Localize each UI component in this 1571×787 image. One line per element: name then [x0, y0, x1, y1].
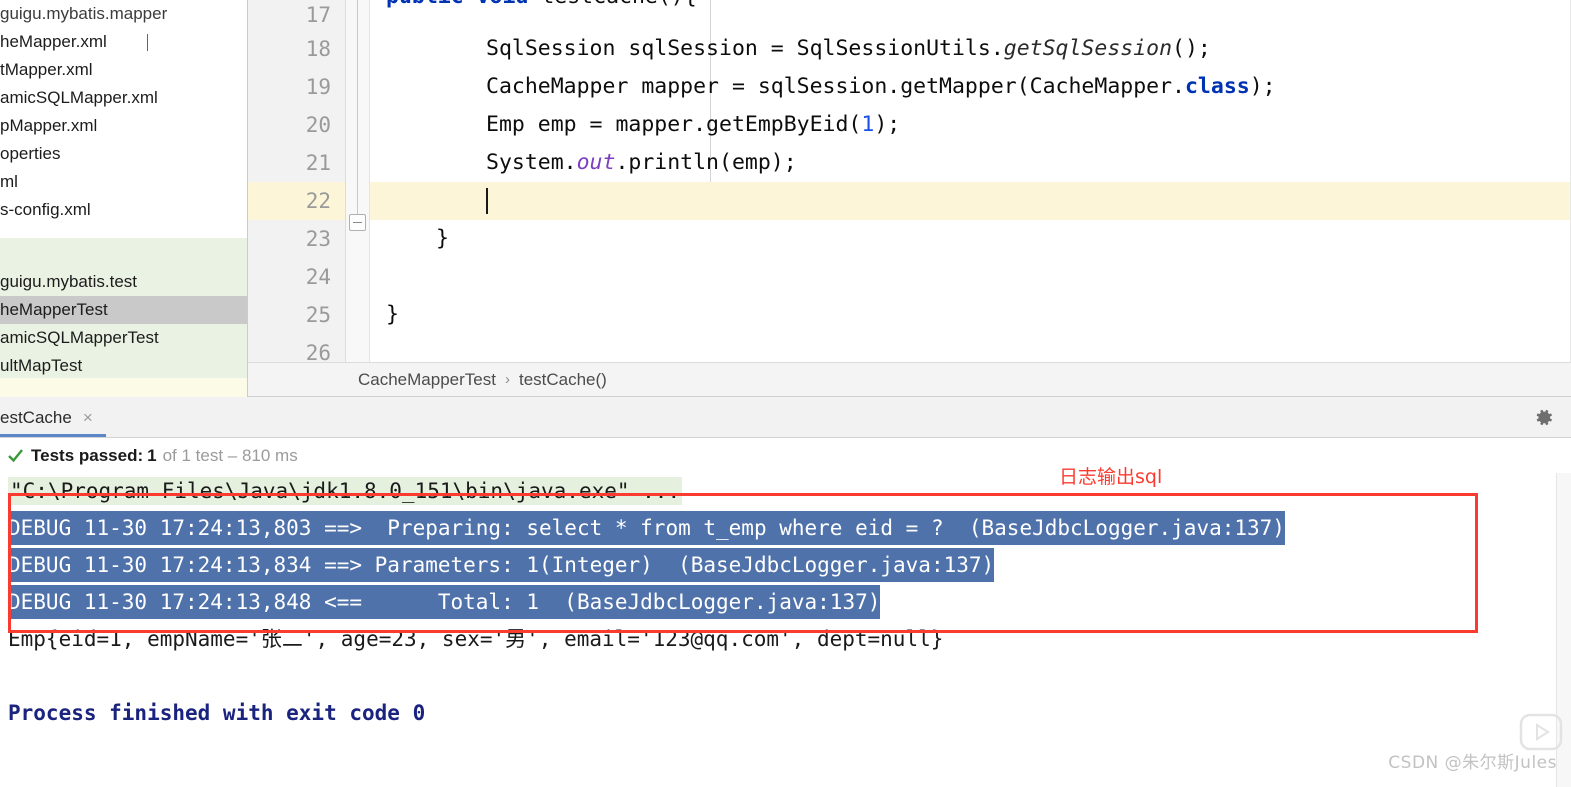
code-line-17: public void testCache(){ — [370, 0, 1571, 30]
sidebar-item-tmapper-xml[interactable]: tMapper.xml — [0, 56, 247, 84]
console-line-emp-output: Emp{eid=1, empName='张二', age=23, sex='男'… — [8, 627, 944, 651]
breadcrumb-separator-icon: › — [504, 371, 510, 388]
gutter-line: 24 — [305, 265, 331, 289]
sidebar-item-label: tMapper.xml — [0, 60, 93, 79]
fold-collapse-icon[interactable] — [349, 214, 366, 231]
sidebar-item-label: pMapper.xml — [0, 116, 98, 135]
sidebar-test-group: guigu.mybatis.test heMapperTest amicSQLM… — [0, 238, 247, 380]
tab-label: estCache — [0, 407, 72, 427]
gutter-line: 18 — [305, 37, 331, 61]
sidebar-item-dynamicsqlmappertest[interactable]: amicSQLMapperTest — [0, 324, 247, 352]
code-line-25: } — [386, 302, 399, 327]
sidebar-item-label: ultMapTest — [0, 356, 83, 375]
sidebar-item-label: guigu.mybatis.test — [0, 272, 138, 291]
sidebar-item-package[interactable]: guigu.mybatis.mapper — [0, 0, 247, 28]
code-line-21: System.out.println(emp); — [486, 150, 797, 175]
code-line-19: CacheMapper mapper = sqlSession.getMappe… — [486, 74, 1276, 99]
sidebar-item-label: heMapper.xml — [0, 32, 107, 51]
tab-testcache[interactable]: estCache × — [0, 397, 105, 438]
text-caret — [147, 34, 148, 51]
fold-region-line — [357, 0, 358, 230]
gear-icon[interactable] — [1535, 408, 1554, 427]
annotation-label: 日志输出sql — [1059, 466, 1163, 488]
console-line-debug-total: DEBUG 11-30 17:24:13,848 <== Total: 1 (B… — [0, 584, 1571, 621]
code-text-area[interactable]: public void testCache(){ SqlSession sqlS… — [370, 0, 1571, 362]
sidebar-item-label: heMapperTest — [0, 300, 108, 319]
sidebar-item-label: guigu.mybatis.mapper — [0, 4, 168, 23]
sidebar-item-empmapper-xml[interactable]: pMapper.xml — [0, 112, 247, 140]
sidebar-item-resultmaptest[interactable]: ultMapTest — [0, 352, 247, 380]
console-line-debug-parameters: DEBUG 11-30 17:24:13,834 ==> Parameters:… — [0, 547, 1571, 584]
play-button-watermark-icon — [1519, 713, 1563, 751]
code-line-22-current — [370, 182, 1571, 220]
code-folding-gutter[interactable] — [346, 0, 370, 362]
line-number-gutter[interactable]: 17 18 19 20 21 22 23 24 25 26 — [248, 0, 346, 362]
gutter-line-current: 22 — [248, 182, 345, 220]
csdn-watermark: CSDN @朱尔斯Jules — [1388, 753, 1557, 773]
console-line-exit: Process finished with exit code 0 — [8, 701, 426, 725]
tests-passed-detail: of 1 test – 810 ms — [162, 445, 298, 465]
console-line-command: "C:\Program Files\Java\jdk1.8.0_151\bin\… — [8, 477, 683, 505]
sidebar-item-label: ml — [0, 172, 18, 191]
tests-passed-label: Tests passed: — [31, 445, 144, 465]
gutter-line: 25 — [305, 303, 331, 327]
gutter-line: 26 — [305, 341, 331, 362]
sidebar-item-xml[interactable]: ml — [0, 168, 247, 196]
code-line-18: SqlSession sqlSession = SqlSessionUtils.… — [486, 36, 1211, 61]
sidebar-item-label: amicSQLMapperTest — [0, 328, 159, 347]
sidebar-item-label: amicSQLMapper.xml — [0, 88, 158, 107]
code-line-23: } — [436, 226, 449, 251]
gutter-line: 17 — [248, 0, 345, 30]
breadcrumb-class[interactable]: CacheMapperTest — [358, 370, 496, 390]
sidebar-main-group: guigu.mybatis.mapper heMapper.xml tMappe… — [0, 0, 247, 238]
run-tool-window-tabbar: estCache × — [0, 397, 1571, 438]
sidebar-item-mybatis-config-xml[interactable]: s-config.xml — [0, 196, 247, 224]
console-line-debug-preparing: DEBUG 11-30 17:24:13,803 ==> Preparing: … — [0, 510, 1571, 547]
close-icon[interactable]: × — [83, 408, 93, 428]
sidebar-item-label: s-config.xml — [0, 200, 91, 219]
gutter-line: 23 — [305, 227, 331, 251]
sidebar-item-cachemapper-xml[interactable]: heMapper.xml — [0, 28, 247, 56]
tab-active-underline — [0, 434, 106, 437]
sidebar-item-test-package[interactable]: guigu.mybatis.test — [0, 268, 247, 296]
breadcrumb-method[interactable]: testCache() — [519, 370, 607, 390]
sidebar-item-cachemappertest[interactable]: heMapperTest — [0, 296, 247, 324]
run-console[interactable]: "C:\Program Files\Java\jdk1.8.0_151\bin\… — [0, 473, 1571, 787]
gutter-line: 20 — [305, 113, 331, 137]
sidebar-item-properties[interactable]: operties — [0, 140, 247, 168]
project-tool-window[interactable]: guigu.mybatis.mapper heMapper.xml tMappe… — [0, 0, 248, 397]
code-line-20: Emp emp = mapper.getEmpByEid(1); — [486, 112, 901, 137]
editor-area: guigu.mybatis.mapper heMapper.xml tMappe… — [0, 0, 1571, 397]
test-status-line: Tests passed: 1 of 1 test – 810 ms — [0, 438, 1571, 473]
tests-passed-count: 1 — [147, 445, 157, 465]
code-editor[interactable]: 17 18 19 20 21 22 23 24 25 26 SqlSession… — [248, 0, 1571, 362]
sidebar-item-label: operties — [0, 144, 61, 163]
breadcrumb[interactable]: CacheMapperTest › testCache() — [248, 362, 1571, 397]
sidebar-bottom-strip — [0, 378, 247, 397]
ide-window: guigu.mybatis.mapper heMapper.xml tMappe… — [0, 0, 1571, 787]
gutter-line: 21 — [305, 151, 331, 175]
check-icon — [8, 449, 23, 463]
gutter-line: 19 — [305, 75, 331, 99]
sidebar-item-dynamicsqlmapper-xml[interactable]: amicSQLMapper.xml — [0, 84, 247, 112]
